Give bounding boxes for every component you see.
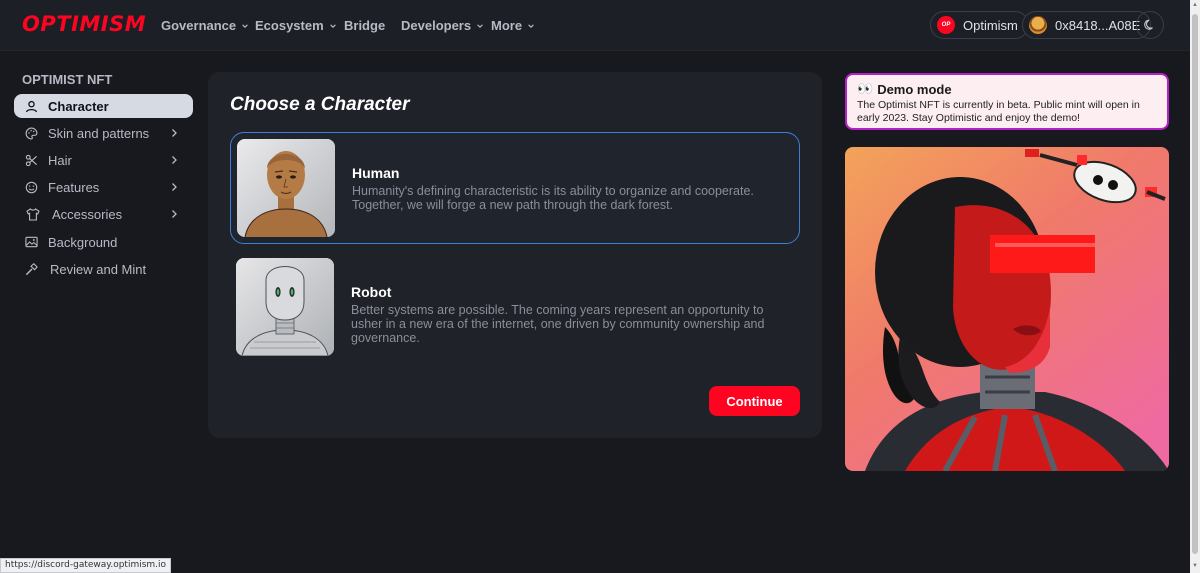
continue-button[interactable]: Continue xyxy=(709,386,800,416)
chevron-down-icon xyxy=(329,23,336,28)
nav-governance[interactable]: Governance xyxy=(161,18,249,33)
sidebar-item-accessories[interactable]: Accessories xyxy=(14,202,193,226)
user-icon xyxy=(24,99,38,113)
chevron-right-icon xyxy=(172,210,177,218)
sidebar-item-features[interactable]: Features xyxy=(14,175,193,199)
sidebar-item-skin-and-patterns[interactable]: Skin and patterns xyxy=(14,121,193,145)
demo-title-text: Demo mode xyxy=(877,81,952,97)
robot-avatar-image xyxy=(236,258,334,356)
chevron-right-icon xyxy=(172,129,177,137)
nft-preview-image xyxy=(845,147,1169,471)
page-scrollbar[interactable]: ▲ ▼ xyxy=(1190,0,1200,573)
network-button[interactable]: OP Optimism xyxy=(930,11,1029,39)
nav-more[interactable]: More xyxy=(491,18,535,33)
scissors-icon xyxy=(24,153,38,167)
option-name: Human xyxy=(352,165,400,181)
wallet-avatar xyxy=(1029,16,1047,34)
sidebar-item-label: Review and Mint xyxy=(50,261,147,277)
human-avatar-image xyxy=(237,139,335,237)
chevron-right-icon xyxy=(172,156,177,164)
page-title: Choose a Character xyxy=(230,94,410,115)
chevron-down-icon xyxy=(477,23,483,28)
nav-more-label: More xyxy=(491,18,523,33)
top-nav: OPTIMISM Governance Ecosystem Bridge Dev… xyxy=(0,0,1190,51)
op-network-icon: OP xyxy=(937,16,955,34)
sidebar-item-label: Hair xyxy=(48,152,72,168)
nav-governance-label: Governance xyxy=(161,18,237,33)
nav-developers[interactable]: Developers xyxy=(401,18,484,33)
sidebar-item-label: Features xyxy=(48,179,100,195)
sidebar-item-label: Skin and patterns xyxy=(48,125,150,141)
sidebar-item-background[interactable]: Background xyxy=(14,230,193,254)
nav-ecosystem-label: Ecosystem xyxy=(255,18,324,33)
scroll-up-arrow-icon[interactable]: ▲ xyxy=(1192,2,1198,8)
sidebar-item-label: Character xyxy=(48,98,109,114)
eyes-icon: 👀 xyxy=(857,81,874,96)
smile-icon xyxy=(24,180,38,194)
chevron-down-icon xyxy=(242,23,248,28)
chevron-down-icon xyxy=(528,23,534,28)
moon-icon xyxy=(1144,19,1153,30)
character-card: Choose a Character Human Humanity's defi… xyxy=(208,72,822,438)
sidebar-item-review-and-mint[interactable]: Review and Mint xyxy=(14,257,193,281)
scroll-down-arrow-icon[interactable]: ▼ xyxy=(1192,563,1198,569)
option-description: Humanity's defining characteristic is it… xyxy=(352,184,754,212)
demo-description: The Optimist NFT is currently in beta. P… xyxy=(857,99,1140,124)
optimism-logo[interactable]: OPTIMISM xyxy=(22,12,146,36)
palette-icon xyxy=(24,126,38,140)
sidebar-item-hair[interactable]: Hair xyxy=(14,148,193,172)
sidebar-item-character[interactable]: Character xyxy=(14,94,193,118)
wallet-button[interactable]: 0x8418...A08E xyxy=(1022,11,1152,39)
chevron-right-icon xyxy=(172,183,177,191)
option-name: Robot xyxy=(351,284,392,300)
scrollbar-thumb[interactable] xyxy=(1192,14,1198,554)
nav-bridge-label: Bridge xyxy=(344,18,386,33)
status-bar-url: https://discord-gateway.optimism.io xyxy=(0,558,172,573)
option-description: Better systems are possible. The coming … xyxy=(351,303,765,345)
character-option-robot[interactable]: Robot Better systems are possible. The c… xyxy=(230,252,800,364)
hammer-icon xyxy=(24,262,38,276)
character-option-human[interactable]: Human Humanity's defining characteristic… xyxy=(230,132,800,244)
nav-ecosystem[interactable]: Ecosystem xyxy=(255,18,337,33)
nav-bridge[interactable]: Bridge xyxy=(344,18,385,33)
sidebar-item-label: Accessories xyxy=(52,206,123,222)
theme-toggle-button[interactable] xyxy=(1136,11,1164,39)
wallet-address: 0x8418...A08E xyxy=(1055,17,1141,33)
sidebar-title: OPTIMIST NFT xyxy=(22,72,113,87)
demo-title: 👀 Demo mode xyxy=(857,81,1157,97)
image-icon xyxy=(24,235,38,249)
demo-mode-banner: 👀 Demo mode The Optimist NFT is currentl… xyxy=(845,73,1169,130)
shirt-icon xyxy=(26,207,40,221)
sidebar-item-label: Background xyxy=(48,234,118,250)
nav-developers-label: Developers xyxy=(401,18,472,33)
network-label: Optimism xyxy=(963,17,1018,33)
